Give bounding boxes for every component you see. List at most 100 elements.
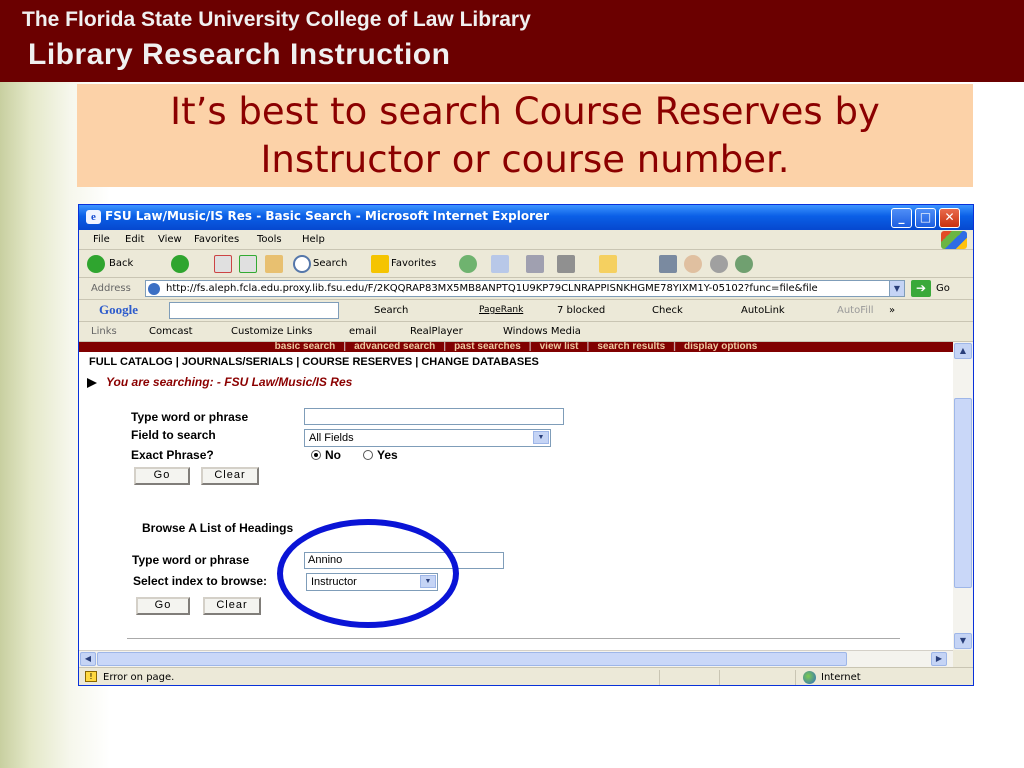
scroll-down-icon[interactable]: ▼ <box>954 633 972 649</box>
close-button[interactable]: ✕ <box>939 208 960 228</box>
exact-yes-option[interactable]: Yes <box>363 448 398 462</box>
pagerank-indicator[interactable]: PageRank <box>479 305 523 315</box>
catalog-links[interactable]: FULL CATALOG | JOURNALS/SERIALS | COURSE… <box>89 356 539 368</box>
page-content: basic search | advanced search | past sear… <box>79 342 953 650</box>
links-label: Links <box>91 326 117 337</box>
menu-file[interactable]: File <box>93 234 110 245</box>
go-button[interactable]: Go <box>936 283 950 294</box>
menu-view[interactable]: View <box>158 234 182 245</box>
field-select[interactable]: All Fields ▼ <box>304 429 551 447</box>
menu-help[interactable]: Help <box>302 234 325 245</box>
header-institution: The Florida State University College of … <box>22 8 531 31</box>
google-toolbar: Google Search PageRank 7 blocked Check A… <box>79 300 973 322</box>
searching-text: You are searching: - FSU Law/Music/IS Re… <box>106 375 353 389</box>
word-label: Type word or phrase <box>131 410 249 424</box>
go-button-2[interactable]: Go <box>136 597 190 615</box>
nav-search-results[interactable]: search results <box>597 342 665 354</box>
favorites-button[interactable]: Favorites <box>391 258 436 269</box>
nav-advanced-search[interactable]: advanced search <box>354 342 435 354</box>
horizontal-scroll-thumb[interactable] <box>97 652 847 666</box>
refresh-icon[interactable] <box>239 255 257 273</box>
vertical-scroll-thumb[interactable] <box>954 398 972 588</box>
discuss-icon[interactable] <box>710 255 728 273</box>
link-realplayer[interactable]: RealPlayer <box>410 326 463 337</box>
radio-no[interactable] <box>311 450 321 460</box>
annotation-circle <box>277 519 459 628</box>
links-bar: Links Comcast Customize Links email Real… <box>79 322 973 342</box>
clear-button-1[interactable]: Clear <box>201 467 259 485</box>
menu-favorites[interactable]: Favorites <box>194 234 239 245</box>
nav-basic-search[interactable]: basic search <box>275 342 336 354</box>
scroll-left-icon[interactable]: ◀ <box>80 652 96 666</box>
minimize-button[interactable]: _ <box>891 208 912 228</box>
messenger-icon[interactable] <box>684 255 702 273</box>
favorites-star-icon[interactable] <box>371 255 389 273</box>
google-search-button[interactable]: Search <box>374 305 408 316</box>
go-arrow-icon[interactable]: ➔ <box>911 280 931 297</box>
stop-icon[interactable] <box>214 255 232 273</box>
chevron-down-icon: ▼ <box>533 431 549 444</box>
spell-check-button[interactable]: Check <box>652 305 683 316</box>
menu-edit[interactable]: Edit <box>125 234 144 245</box>
scroll-right-icon[interactable]: ▶ <box>931 652 947 666</box>
top-nav: basic search | advanced search | past sear… <box>274 342 758 354</box>
menu-bar: File Edit View Favorites Tools Help <box>79 230 973 250</box>
warning-icon[interactable]: ! <box>85 671 97 682</box>
back-arrow-icon[interactable] <box>87 255 105 273</box>
edit-icon[interactable] <box>557 255 575 273</box>
browser-window: e FSU Law/Music/IS Res - Basic Search - … <box>78 204 974 686</box>
link-customize[interactable]: Customize Links <box>231 326 312 337</box>
pointer-triangle-icon <box>87 377 97 388</box>
popup-blocker-button[interactable]: 7 blocked <box>557 305 605 316</box>
nav-past-searches[interactable]: past searches <box>454 342 521 354</box>
address-dropdown-icon[interactable]: ▼ <box>889 281 904 296</box>
page-icon <box>148 283 160 295</box>
mail-icon[interactable] <box>491 255 509 273</box>
searching-banner: You are searching: - FSU Law/Music/IS Re… <box>87 375 352 389</box>
menu-tools[interactable]: Tools <box>257 234 282 245</box>
radio-yes[interactable] <box>363 450 373 460</box>
field-select-value: All Fields <box>309 432 354 444</box>
research-icon[interactable] <box>659 255 677 273</box>
address-input[interactable]: http://fs.aleph.fcla.edu.proxy.lib.fsu.e… <box>145 280 905 297</box>
clear-button-2[interactable]: Clear <box>203 597 261 615</box>
header-subtitle: Library Research Instruction <box>28 38 451 71</box>
link-comcast[interactable]: Comcast <box>149 326 193 337</box>
exact-yes-label: Yes <box>377 448 398 462</box>
vertical-scrollbar[interactable]: ▲ ▼ <box>953 342 973 650</box>
link-email[interactable]: email <box>349 326 377 337</box>
folder-icon[interactable] <box>599 255 617 273</box>
autolink-button[interactable]: AutoLink <box>741 305 785 316</box>
field-label: Field to search <box>131 428 216 442</box>
nav-display-options[interactable]: display options <box>684 342 757 354</box>
horizontal-scrollbar[interactable]: ◀ ▶ <box>79 650 953 667</box>
status-separator <box>659 670 660 685</box>
back-button[interactable]: Back <box>109 258 133 269</box>
search-button[interactable]: Search <box>313 258 347 269</box>
autofill-button[interactable]: AutoFill <box>837 305 874 316</box>
word-input[interactable] <box>304 408 564 425</box>
home-icon[interactable] <box>265 255 283 273</box>
forward-arrow-icon[interactable] <box>171 255 189 273</box>
browse-heading: Browse A List of Headings <box>142 521 294 535</box>
link-windows-media[interactable]: Windows Media <box>503 326 581 337</box>
google-logo[interactable]: Google <box>99 302 138 318</box>
ie-logo-icon: e <box>86 210 101 224</box>
scroll-up-icon[interactable]: ▲ <box>954 343 972 359</box>
history-icon[interactable] <box>459 255 477 273</box>
standard-toolbar: Back Search Favorites <box>79 250 973 278</box>
tools-icon[interactable] <box>735 255 753 273</box>
google-search-input[interactable] <box>169 302 339 319</box>
window-titlebar[interactable]: e FSU Law/Music/IS Res - Basic Search - … <box>79 205 973 230</box>
address-bar: Address http://fs.aleph.fcla.edu.proxy.l… <box>79 278 973 300</box>
nav-view-list[interactable]: view list <box>540 342 579 354</box>
exact-no-option[interactable]: No <box>311 448 341 462</box>
divider <box>127 638 900 639</box>
print-icon[interactable] <box>526 255 544 273</box>
status-separator <box>719 670 720 685</box>
more-chevron-icon[interactable]: » <box>889 305 895 316</box>
go-button-1[interactable]: Go <box>134 467 190 485</box>
maximize-button[interactable]: □ <box>915 208 936 228</box>
search-icon[interactable] <box>293 255 311 273</box>
status-message[interactable]: Error on page. <box>103 672 174 683</box>
